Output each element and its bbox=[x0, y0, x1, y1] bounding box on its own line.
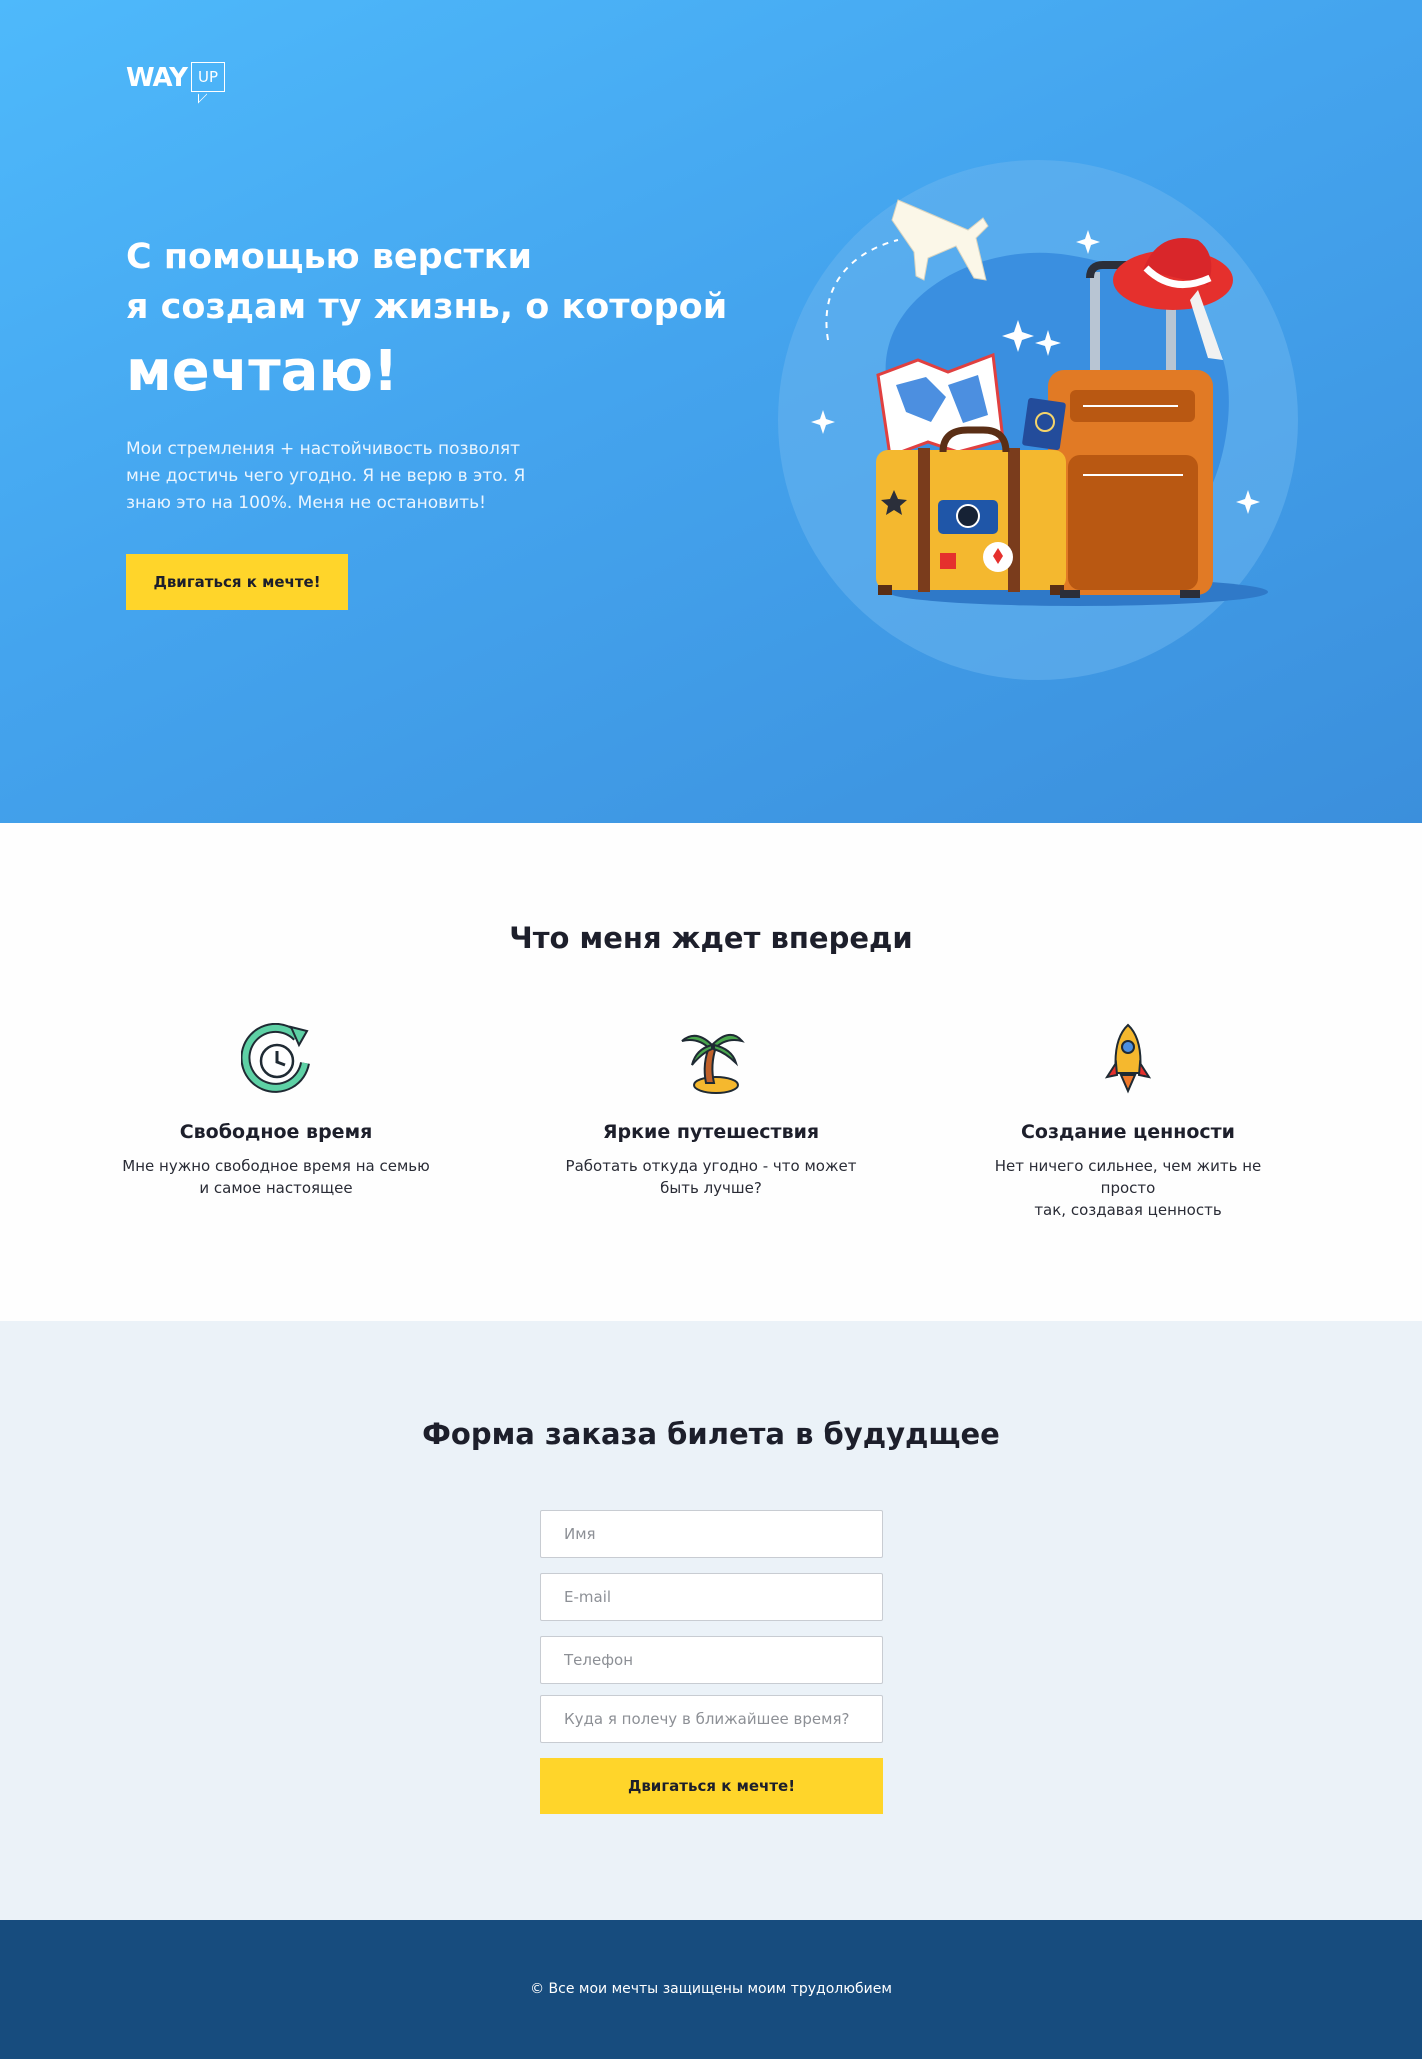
feature-name: Создание ценности bbox=[1020, 1121, 1235, 1143]
submit-button[interactable]: Двигаться к мечте! bbox=[540, 1758, 883, 1814]
logo-text: WAY bbox=[126, 63, 188, 93]
hero-title-line1: С помощью верстки bbox=[126, 237, 533, 277]
name-input[interactable] bbox=[540, 1510, 883, 1558]
destination-input[interactable] bbox=[540, 1695, 883, 1743]
footer: © Все мои мечты защищены моим трудолюбие… bbox=[0, 1920, 1422, 2059]
hero-title-big: мечтаю! bbox=[126, 339, 399, 404]
hero-section: WAY UP С помощью верстки я создам ту жиз… bbox=[0, 0, 1422, 823]
hero-title-line2: я создам ту жизнь, о которой bbox=[126, 287, 728, 327]
feature-desc: Нет ничего сильнее, чем жить не просто т… bbox=[968, 1155, 1288, 1221]
feature-desc: Мне нужно свободное время на семью и сам… bbox=[116, 1155, 436, 1199]
logo-badge: UP bbox=[190, 62, 225, 92]
feature-desc-line2: так, создавая ценность bbox=[1034, 1201, 1222, 1219]
phone-input[interactable] bbox=[540, 1636, 883, 1684]
feature-desc-line1: Мне нужно свободное время на семью bbox=[122, 1157, 430, 1175]
travel-luggage-illustration bbox=[778, 160, 1298, 680]
features-section: Что меня ждет впереди Свободное время Мн… bbox=[0, 823, 1422, 1321]
feature-desc-line1: Работать откуда угодно - что может bbox=[565, 1157, 857, 1175]
feature-value: Создание ценности Нет ничего сильнее, че… bbox=[968, 1023, 1288, 1221]
clock-refresh-icon bbox=[241, 1023, 310, 1093]
feature-desc: Работать откуда угодно - что может быть … bbox=[551, 1155, 871, 1199]
footer-copyright: © Все мои мечты защищены моим трудолюбие… bbox=[530, 1981, 892, 1997]
rocket-icon bbox=[1104, 1023, 1152, 1094]
order-form-section: Форма заказа билета в будудщее Двигаться… bbox=[0, 1321, 1422, 1920]
feature-desc-line2: и самое настоящее bbox=[199, 1179, 353, 1197]
feature-name: Свободное время bbox=[179, 1121, 373, 1143]
feature-desc-line2: быть лучше? bbox=[660, 1179, 762, 1197]
feature-travel: Яркие путешествия Работать откуда угодно… bbox=[551, 1023, 871, 1199]
palm-tree-icon bbox=[681, 1034, 745, 1094]
features-title: Что меня ждет впереди bbox=[509, 921, 913, 955]
hero-text: С помощью верстки я создам ту жизнь, о к… bbox=[126, 232, 766, 517]
feature-name: Яркие путешествия bbox=[602, 1121, 820, 1143]
hero-cta-button[interactable]: Двигаться к мечте! bbox=[126, 554, 348, 610]
feature-desc-line1: Нет ничего сильнее, чем жить не просто bbox=[994, 1157, 1262, 1197]
logo[interactable]: WAY UP bbox=[126, 62, 225, 94]
hero-description: Мои стремления + настойчивость позволят … bbox=[126, 439, 526, 513]
feature-free-time: Свободное время Мне нужно свободное врем… bbox=[116, 1023, 436, 1199]
form-title: Форма заказа билета в будудщее bbox=[422, 1417, 1000, 1451]
email-input[interactable] bbox=[540, 1573, 883, 1621]
